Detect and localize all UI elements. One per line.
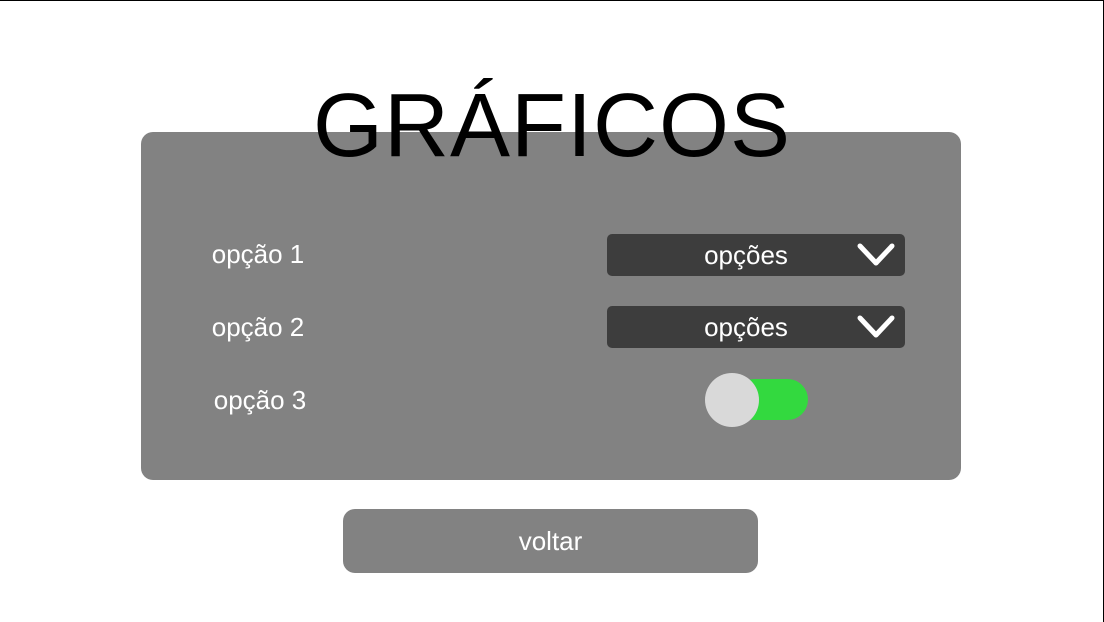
toggle-knob (705, 373, 759, 427)
option-3-toggle[interactable] (704, 372, 810, 428)
option-1-dropdown[interactable]: opções (607, 234, 905, 276)
option-3-label: opção 3 (213, 385, 307, 415)
chevron-down-icon (857, 243, 895, 266)
frame-border-top (0, 0, 1104, 1)
option-2-label: opção 2 (211, 312, 305, 342)
chevron-down-icon (857, 315, 895, 338)
option-2-dropdown[interactable]: opções (607, 306, 905, 348)
back-button[interactable]: voltar (343, 509, 758, 573)
page-title: GRÁFICOS (312, 76, 792, 176)
option-1-label: opção 1 (211, 239, 305, 269)
option-1-dropdown-value: opções (704, 240, 788, 270)
option-2-dropdown-value: opções (704, 312, 788, 342)
